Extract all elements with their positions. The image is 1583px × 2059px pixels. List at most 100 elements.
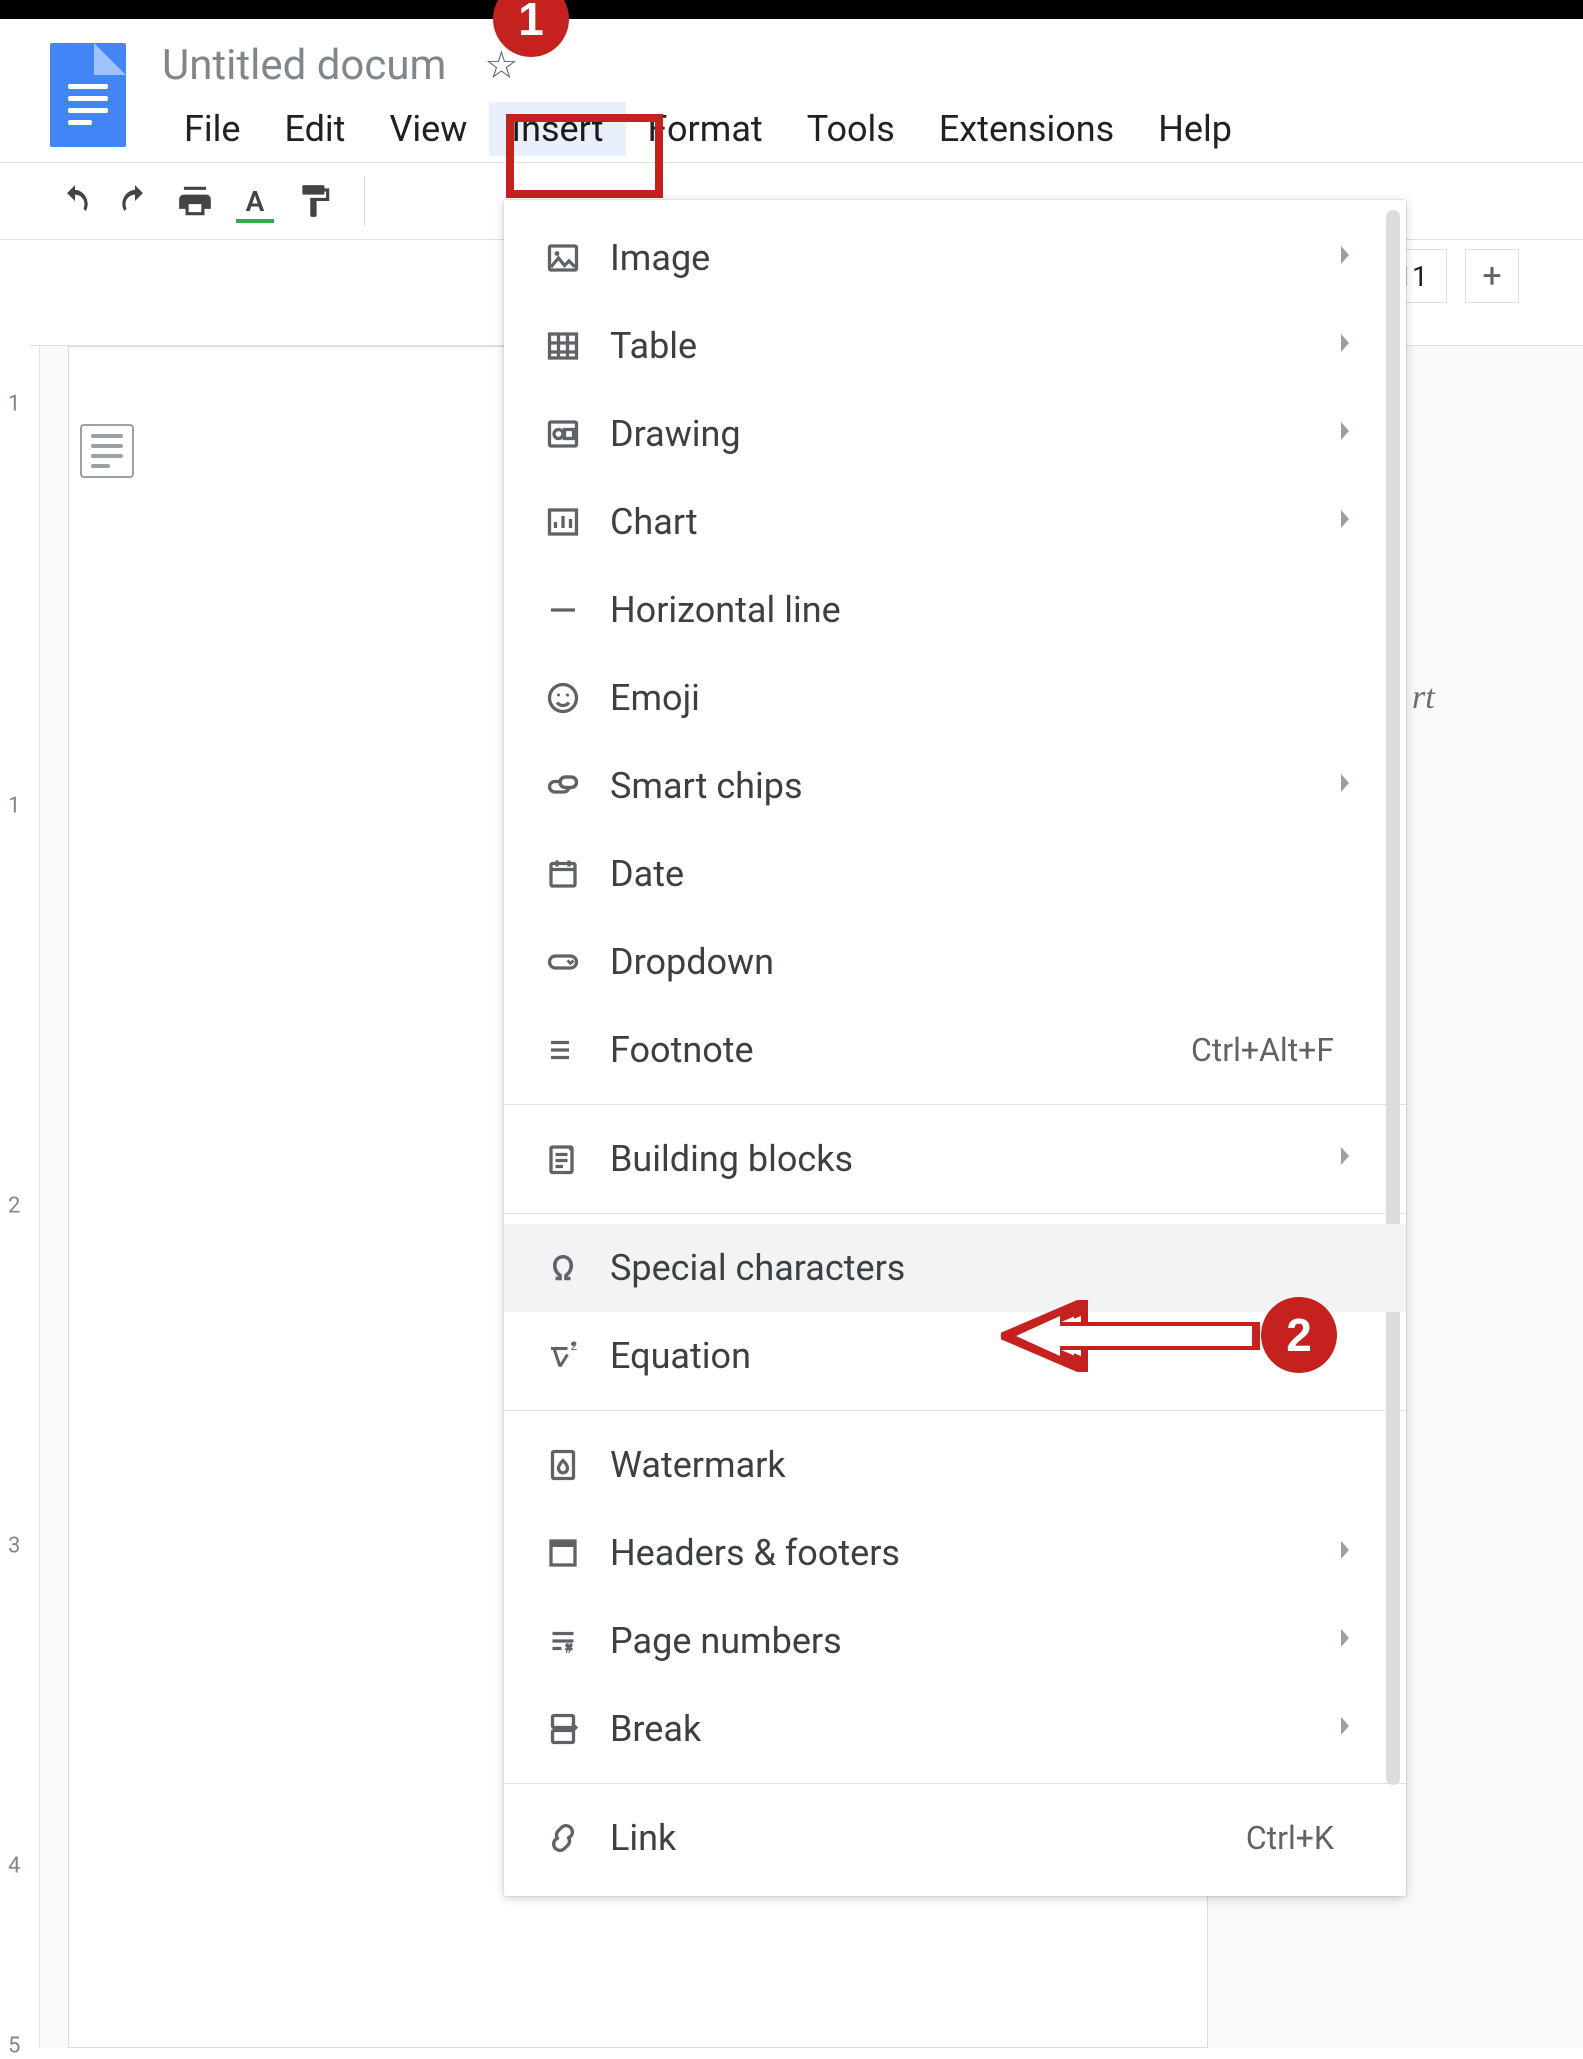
insert-page-numbers[interactable]: Page numbers [504, 1597, 1406, 1685]
insert-footnote[interactable]: FootnoteCtrl+Alt+F [504, 1006, 1406, 1094]
menu-item-label: Footnote [610, 1029, 1191, 1071]
docs-logo-icon[interactable] [50, 43, 126, 147]
date-icon [542, 856, 584, 892]
menu-item-label: Building blocks [610, 1138, 1334, 1180]
menu-shortcut: Ctrl+K [1246, 1819, 1334, 1857]
dropdown-icon [542, 944, 584, 980]
menu-extensions[interactable]: Extensions [917, 102, 1136, 156]
vertical-ruler[interactable]: 112345 [0, 346, 40, 2048]
hline-icon [542, 592, 584, 628]
chevron-right-icon [1334, 508, 1356, 536]
menu-file[interactable]: File [162, 102, 263, 156]
chevron-right-icon [1334, 1539, 1356, 1567]
menu-format[interactable]: Format [626, 102, 785, 156]
chevron-right-icon [1334, 420, 1356, 448]
insert-menu-dropdown: Image Table Drawing Chart Horizontal line Emo… [504, 200, 1406, 1896]
menu-item-label: Chart [610, 501, 1334, 543]
emoji-icon [542, 680, 584, 716]
menu-item-label: Page numbers [610, 1620, 1334, 1662]
insert-emoji[interactable]: Emoji [504, 654, 1406, 742]
ruler-number: 3 [8, 1534, 20, 1559]
chevron-right-icon [1334, 1145, 1356, 1173]
insert-link[interactable]: LinkCtrl+K [504, 1794, 1406, 1882]
annotation-arrow-2-solid [1000, 1308, 1260, 1364]
menu-item-label: Table [610, 325, 1334, 367]
link-icon [542, 1820, 584, 1856]
ruler-number: 4 [8, 1854, 20, 1879]
menu-separator [504, 1410, 1406, 1411]
menu-view[interactable]: View [367, 102, 489, 156]
toolbar-separator [364, 176, 365, 226]
insert-headers-footers[interactable]: Headers & footers [504, 1509, 1406, 1597]
spellcheck-button[interactable]: A [236, 182, 274, 220]
font-size-increase-button[interactable]: + [1465, 249, 1519, 303]
insert-dropdown[interactable]: Dropdown [504, 918, 1406, 1006]
watermark-icon [542, 1447, 584, 1483]
menu-item-label: Link [610, 1817, 1246, 1859]
insert-horizontal-line[interactable]: Horizontal line [504, 566, 1406, 654]
insert-table[interactable]: Table [504, 302, 1406, 390]
menu-item-label: Drawing [610, 413, 1334, 455]
menu-separator [504, 1213, 1406, 1214]
ruler-number: 1 [8, 794, 20, 819]
annotation-badge-2: 2 [1261, 1297, 1337, 1373]
menu-item-label: Horizontal line [610, 589, 1366, 631]
menu-item-label: Date [610, 853, 1366, 895]
title-bar: Untitled docum ☆ FileEditViewInsertForma… [0, 19, 1583, 156]
paint-format-button[interactable] [296, 182, 334, 220]
title-column: Untitled docum ☆ FileEditViewInsertForma… [162, 41, 1254, 156]
menu-item-label: Smart chips [610, 765, 1334, 807]
table-icon [542, 328, 584, 364]
insert-break[interactable]: Break [504, 1685, 1406, 1773]
insert-building-blocks[interactable]: Building blocks [504, 1115, 1406, 1203]
menu-item-label: Special characters [610, 1247, 1366, 1289]
menu-item-label: Image [610, 237, 1334, 279]
menu-separator [504, 1104, 1406, 1105]
insert-date[interactable]: Date [504, 830, 1406, 918]
insert-smart-chips[interactable]: Smart chips [504, 742, 1406, 830]
menu-item-label: Watermark [610, 1444, 1366, 1486]
pagenum-icon [542, 1623, 584, 1659]
menu-help[interactable]: Help [1136, 102, 1254, 156]
menu-shortcut: Ctrl+Alt+F [1191, 1031, 1334, 1069]
window-top-border [0, 0, 1583, 19]
page-peek-text: rt [1412, 679, 1435, 717]
equation-icon [542, 1338, 584, 1374]
ruler-number: 1 [8, 392, 20, 417]
undo-button[interactable] [56, 182, 94, 220]
chevron-right-icon [1334, 1627, 1356, 1655]
insert-chart[interactable]: Chart [504, 478, 1406, 566]
insert-drawing[interactable]: Drawing [504, 390, 1406, 478]
menu-item-label: Headers & footers [610, 1532, 1334, 1574]
ruler-number: 5 [8, 2034, 20, 2059]
menu-tools[interactable]: Tools [785, 102, 917, 156]
menubar: FileEditViewInsertFormatToolsExtensionsH… [162, 102, 1254, 156]
menu-item-label: Break [610, 1708, 1334, 1750]
headers-icon [542, 1535, 584, 1571]
menu-edit[interactable]: Edit [263, 102, 368, 156]
insert-image[interactable]: Image [504, 214, 1406, 302]
drawing-icon [542, 416, 584, 452]
smartchips-icon [542, 768, 584, 804]
image-icon [542, 240, 584, 276]
insert-special-characters[interactable]: Special characters [504, 1224, 1406, 1312]
menu-item-label: Emoji [610, 677, 1366, 719]
break-icon [542, 1711, 584, 1747]
chevron-right-icon [1334, 244, 1356, 272]
menu-insert[interactable]: Insert [489, 102, 625, 156]
print-button[interactable] [176, 182, 214, 220]
chart-icon [542, 504, 584, 540]
menu-item-label: Dropdown [610, 941, 1366, 983]
footnote-icon [542, 1032, 584, 1068]
chevron-right-icon [1334, 332, 1356, 360]
redo-button[interactable] [116, 182, 154, 220]
menu-separator [504, 1783, 1406, 1784]
document-title[interactable]: Untitled docum [162, 41, 446, 90]
insert-watermark[interactable]: Watermark [504, 1421, 1406, 1509]
chevron-right-icon [1334, 1715, 1356, 1743]
ruler-number: 2 [8, 1194, 20, 1219]
document-outline-button[interactable] [80, 424, 134, 478]
omega-icon [542, 1250, 584, 1286]
chevron-right-icon [1334, 772, 1356, 800]
blocks-icon [542, 1141, 584, 1177]
